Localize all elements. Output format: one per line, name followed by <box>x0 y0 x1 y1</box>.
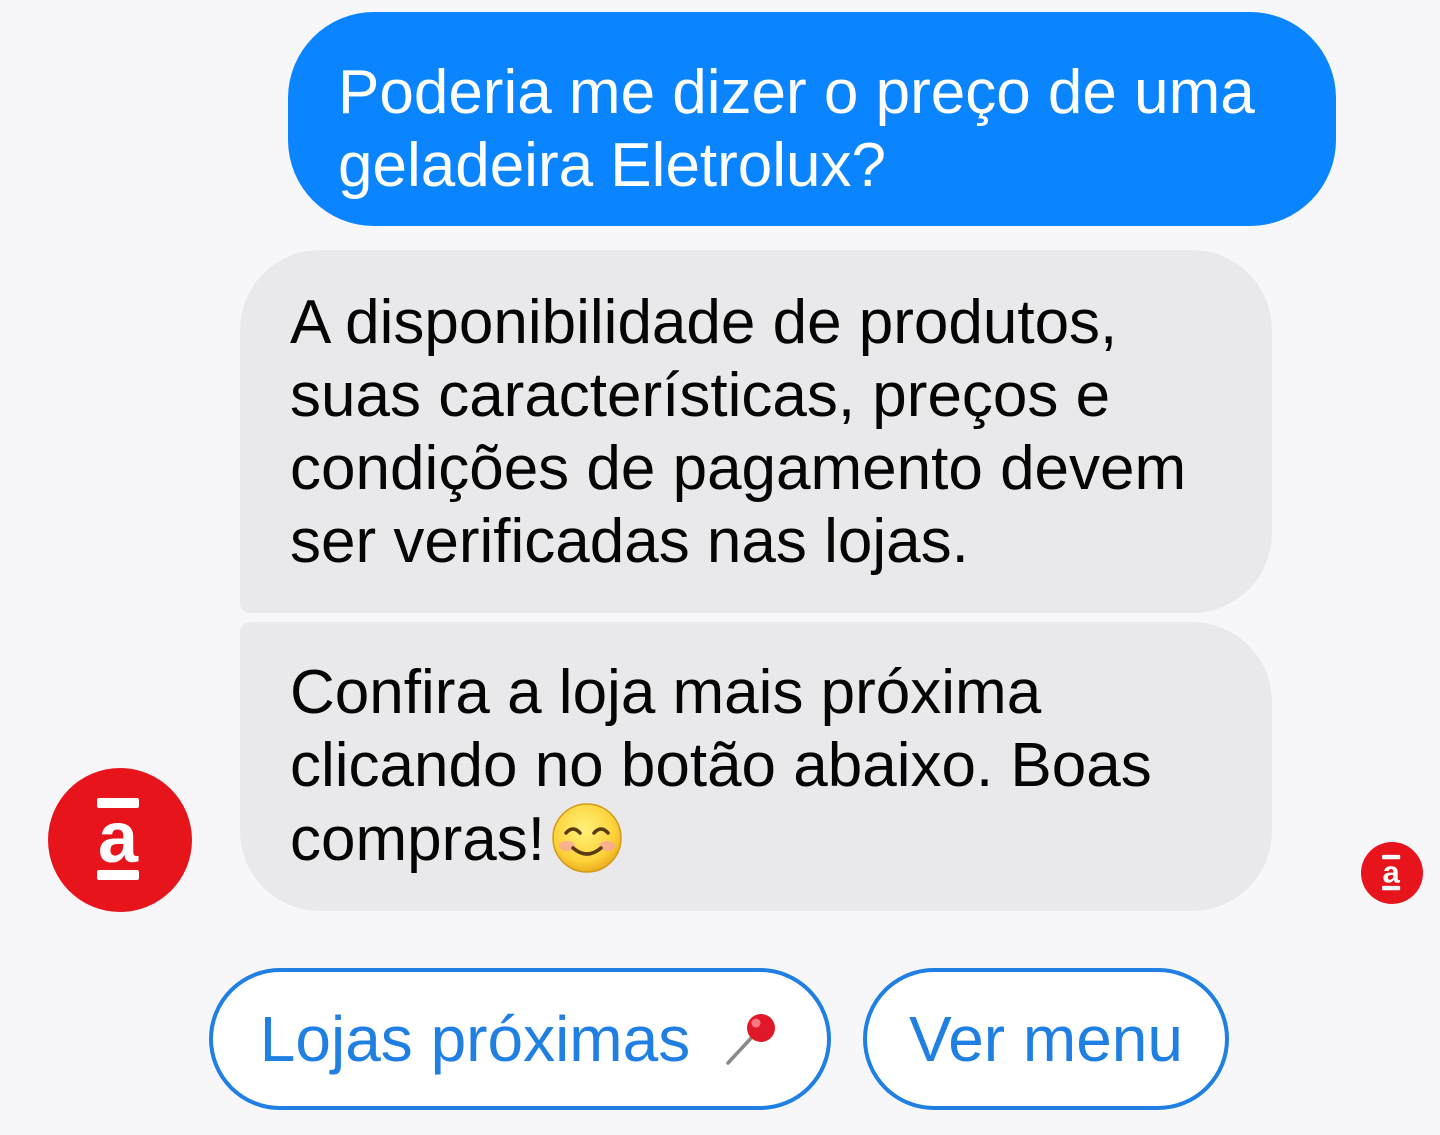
bot-message-line: A disponibilidade de produtos, <box>290 288 1118 357</box>
americanas-logo-icon: a <box>1382 854 1401 891</box>
bot-message-line: ser verificadas nas lojas. <box>290 507 969 576</box>
bot-message-line: suas características, preços e <box>290 361 1111 430</box>
user-message-bubble: Poderia me dizer o preço de uma geladeir… <box>288 12 1336 226</box>
pushpin-icon <box>720 1009 780 1069</box>
quick-reply-see-menu-button[interactable]: Ver menu <box>863 968 1229 1110</box>
bot-avatar[interactable]: a <box>48 768 192 912</box>
bot-message-line: compras! <box>290 802 1242 876</box>
read-receipt-avatar: a <box>1361 842 1423 904</box>
user-message-line: geladeira Eletrolux? <box>338 131 887 200</box>
quick-reply-label: Lojas próximas <box>259 1003 691 1075</box>
svg-text:a: a <box>1383 854 1401 889</box>
user-message-line: Poderia me dizer o preço de uma <box>338 58 1255 127</box>
bot-message-bubble: Confira a loja mais próxima clicando no … <box>240 622 1272 911</box>
bot-message-line: condições de pagamento devem <box>290 434 1187 503</box>
bot-message-line: clicando no botão abaixo. Boas <box>290 731 1152 800</box>
smiling-face-icon <box>551 802 623 874</box>
quick-reply-nearby-stores-button[interactable]: Lojas próximas <box>209 968 831 1110</box>
bot-message-text: compras! <box>290 805 545 874</box>
quick-reply-label: Ver menu <box>909 1003 1183 1075</box>
svg-text:a: a <box>98 798 139 878</box>
americanas-logo-icon: a <box>97 798 139 880</box>
bot-message-line: Confira a loja mais próxima <box>290 658 1042 727</box>
bot-message-bubble: A disponibilidade de produtos, suas cara… <box>240 250 1272 613</box>
